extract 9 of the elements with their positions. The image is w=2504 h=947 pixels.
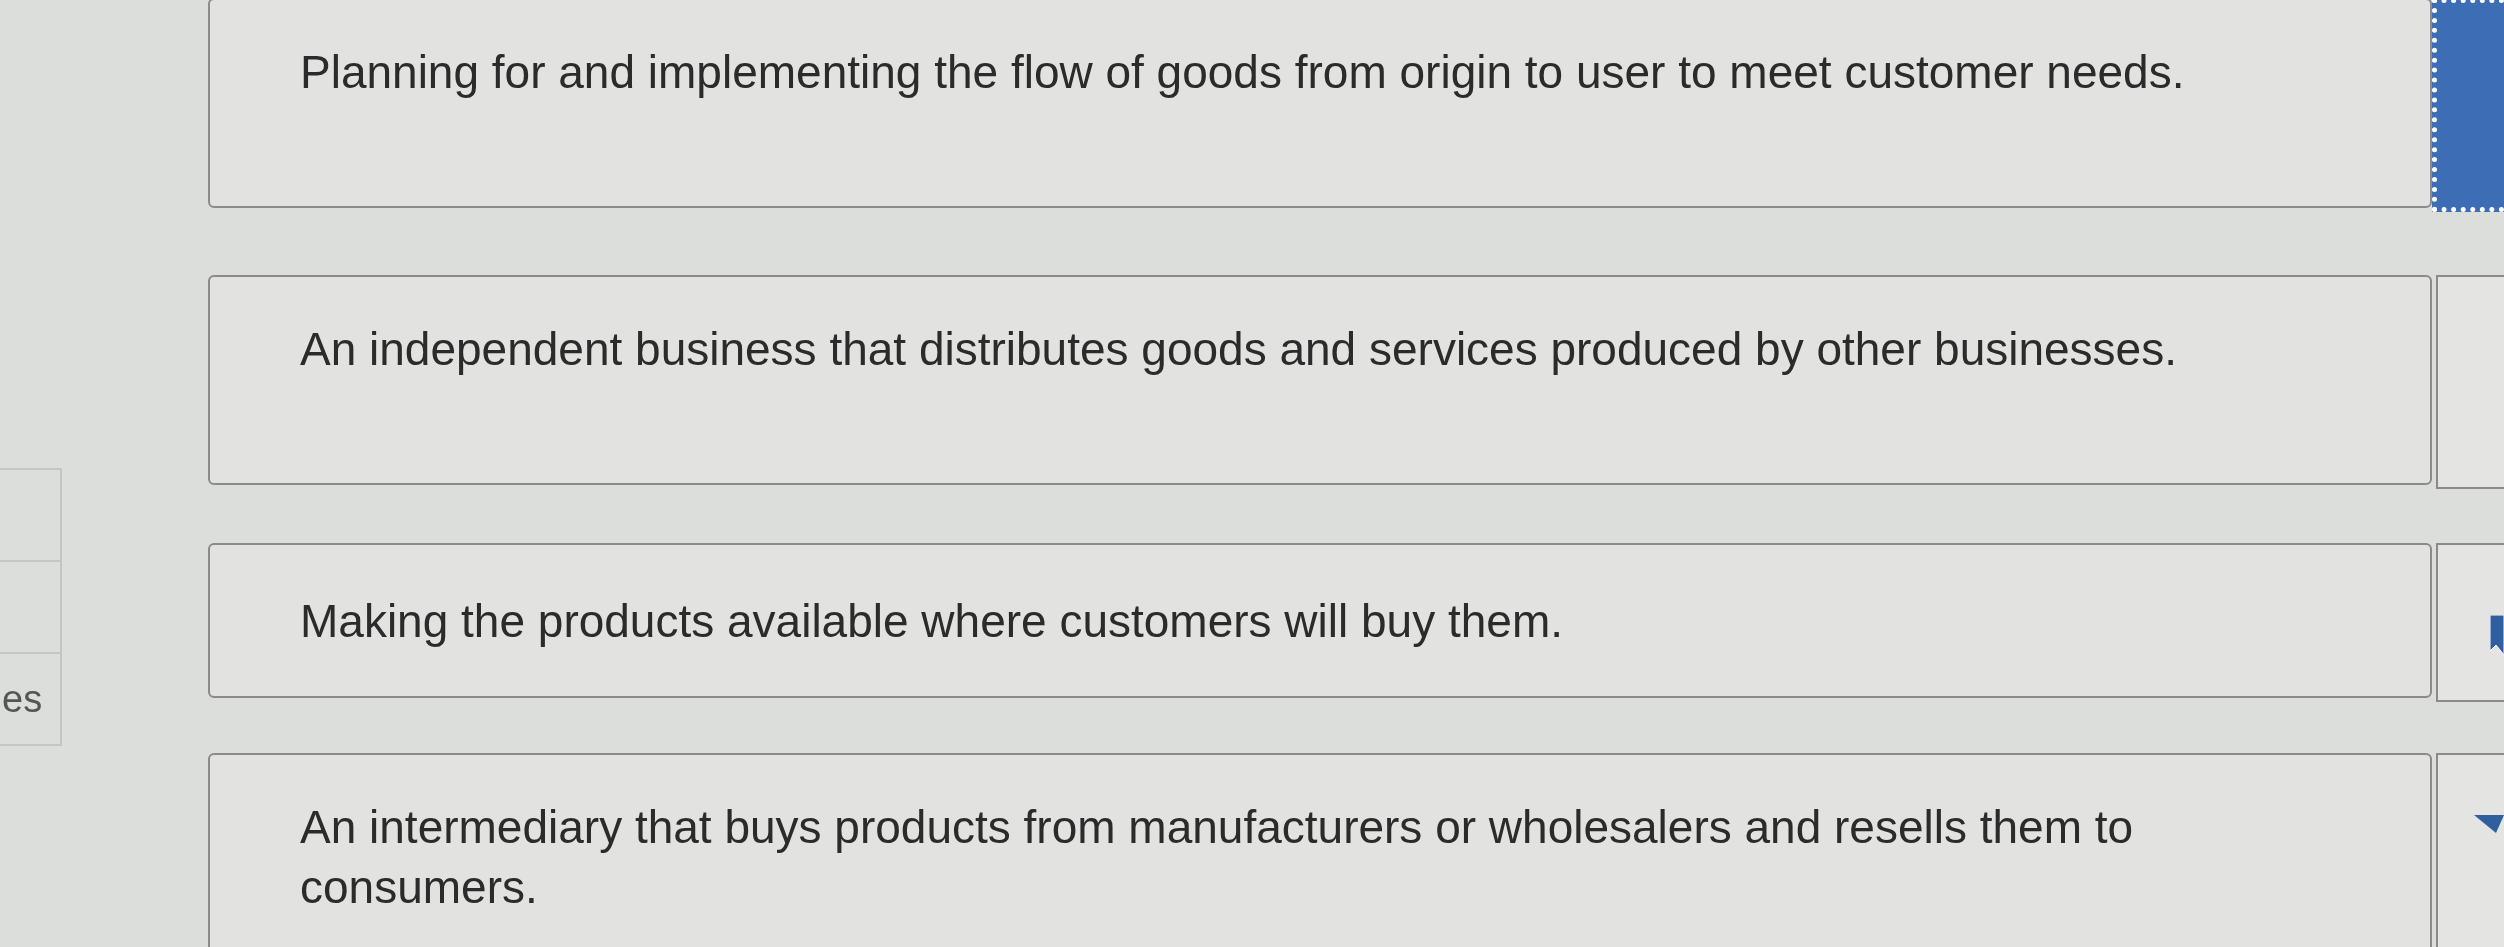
drop-zone[interactable] xyxy=(2436,275,2504,489)
definition-card[interactable]: Making the products available where customers will buy them. xyxy=(208,543,2432,698)
caret-icon xyxy=(2474,815,2504,833)
drop-zone[interactable] xyxy=(2436,543,2504,702)
drop-zone[interactable] xyxy=(2436,753,2504,947)
definition-card[interactable]: An independent business that distributes goods and services produced by other businesses. xyxy=(208,275,2432,485)
definition-card[interactable]: An intermediary that buys products from manufacturers or wholesalers and resells them to consumers. xyxy=(208,753,2432,947)
definition-card[interactable]: Planning for and implementing the flow of goods from origin to user to meet customer needs. xyxy=(208,0,2432,208)
answer-slot: es xyxy=(0,652,62,746)
